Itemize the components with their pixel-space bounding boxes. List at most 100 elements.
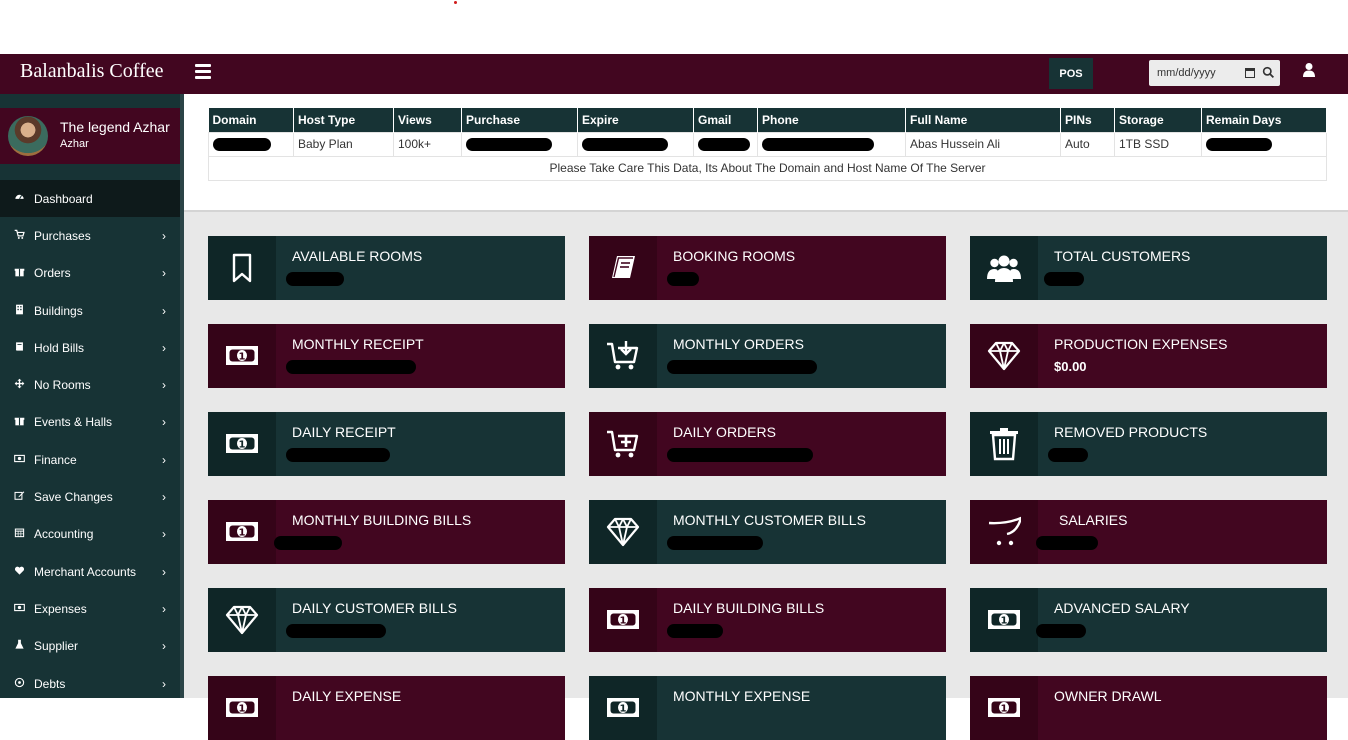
stat-box-advanced-salary[interactable]: 1 ADVANCED SALARY — [970, 588, 1327, 652]
sidebar-item-dashboard[interactable]: Dashboard — [0, 180, 180, 218]
sidebar-item-label: No Rooms — [34, 378, 91, 393]
heart-icon — [0, 565, 34, 579]
trash-icon — [990, 428, 1018, 461]
sidebar-menu: Dashboard Purchases › Orders › Buildings › Hold… — [0, 180, 180, 702]
user-profile-panel[interactable]: The legend Azhar Azhar — [0, 108, 180, 164]
sidebar-item-label: Expenses — [34, 601, 87, 616]
sidebar: The legend Azhar Azhar Dashboard Purchase… — [0, 94, 184, 698]
stat-box-owner-drawl[interactable]: 1 OWNER DRAWL — [970, 676, 1327, 740]
sidebar-item-merchant-accounts[interactable]: Merchant Accounts › — [0, 553, 180, 590]
sidebar-item-accounting[interactable]: Accounting › — [0, 516, 180, 553]
sidebar-item-save-changes[interactable]: Save Changes › — [0, 478, 180, 515]
book-icon — [612, 256, 635, 278]
cart-download-icon — [607, 341, 639, 370]
stat-title: MONTHLY RECEIPT — [292, 336, 424, 352]
chevron-right-icon: › — [162, 378, 166, 393]
stat-title: MONTHLY BUILDING BILLS — [292, 512, 472, 528]
stat-icon-panel — [208, 236, 276, 300]
chevron-right-icon: › — [162, 676, 166, 691]
sidebar-item-label: Accounting — [34, 527, 94, 542]
sidebar-item-purchases[interactable]: Purchases › — [0, 217, 180, 254]
menu-toggle-icon[interactable] — [195, 64, 211, 80]
sidebar-item-expenses[interactable]: Expenses › — [0, 590, 180, 627]
pos-button[interactable]: POS — [1049, 58, 1093, 89]
stat-icon-panel: 1 — [208, 412, 276, 476]
calendar-icon — [0, 527, 34, 541]
sidebar-item-finance[interactable]: Finance › — [0, 441, 180, 478]
stat-title: MONTHLY CUSTOMER BILLS — [673, 512, 866, 528]
stat-box-production-expenses[interactable]: PRODUCTION EXPENSES $0.00 — [970, 324, 1327, 388]
gift-icon — [0, 415, 34, 429]
redacted-mark — [1048, 448, 1088, 462]
stat-box-daily-orders[interactable]: DAILY ORDERS — [589, 412, 946, 476]
stat-title: AVAILABLE ROOMS — [292, 248, 423, 264]
col-phone: Phone — [757, 108, 906, 132]
top-blank-area — [0, 0, 1348, 54]
dashboard-stats-area: AVAILABLE ROOMS BOOKING ROOMS TOTAL CUSTOM… — [184, 212, 1348, 740]
stat-box-monthly-expense[interactable]: 1 MONTHLY EXPENSE — [589, 676, 946, 740]
col-full-name: Full Name — [905, 108, 1061, 132]
sidebar-item-hold-bills[interactable]: Hold Bills › — [0, 329, 180, 366]
gift-icon — [0, 266, 34, 280]
col-gmail: Gmail — [693, 108, 758, 132]
col-remain-days: Remain Days — [1201, 108, 1327, 132]
stat-box-available-rooms[interactable]: AVAILABLE ROOMS — [208, 236, 565, 300]
sidebar-item-label: Dashboard — [34, 191, 93, 206]
sidebar-item-orders[interactable]: Orders › — [0, 255, 180, 292]
stat-title: MONTHLY EXPENSE — [673, 688, 811, 704]
search-icon[interactable] — [1262, 66, 1275, 79]
sidebar-item-label: Buildings — [34, 303, 83, 318]
money-icon: 1 — [988, 698, 1020, 717]
stat-title: SALARIES — [1059, 512, 1128, 528]
stat-box-daily-receipt[interactable]: 1 DAILY RECEIPT — [208, 412, 565, 476]
date-placeholder: mm/dd/yyyy — [1157, 67, 1216, 79]
stat-box-salaries[interactable]: SALARIES — [970, 500, 1327, 564]
red-dot — [454, 1, 457, 4]
sidebar-item-no-rooms[interactable]: No Rooms › — [0, 366, 180, 403]
stat-title: MONTHLY ORDERS — [673, 336, 804, 352]
stat-icon-panel: 1 — [970, 676, 1038, 740]
stat-icon-panel — [589, 412, 657, 476]
stat-box-booking-rooms[interactable]: BOOKING ROOMS — [589, 236, 946, 300]
calendar-icon[interactable] — [1245, 68, 1255, 78]
stat-box-monthly-receipt[interactable]: 1 MONTHLY RECEIPT — [208, 324, 565, 388]
stat-box-removed-products[interactable]: REMOVED PRODUCTS — [970, 412, 1327, 476]
sidebar-item-label: Orders — [34, 266, 71, 281]
stat-title: TOTAL CUSTOMERS — [1054, 248, 1191, 264]
chevron-right-icon: › — [162, 490, 166, 505]
chevron-right-icon: › — [162, 266, 166, 281]
svg-text:1: 1 — [620, 704, 627, 715]
user-icon[interactable] — [1302, 62, 1316, 78]
sidebar-item-debts[interactable]: Debts › — [0, 665, 180, 702]
svg-text:1: 1 — [1001, 704, 1008, 715]
sidebar-item-label: Purchases — [34, 228, 91, 243]
stat-box-daily-expense[interactable]: 1 DAILY EXPENSE — [208, 676, 565, 740]
stat-title: DAILY BUILDING BILLS — [673, 600, 825, 616]
money-icon: 1 — [988, 610, 1020, 629]
sidebar-item-label: Events & Halls — [34, 415, 113, 430]
redacted-mark — [667, 624, 723, 638]
stat-box-monthly-building-bills[interactable]: 1 MONTHLY BUILDING BILLS — [208, 500, 565, 564]
brand-title[interactable]: Balanbalis Coffee — [20, 60, 163, 83]
redacted-mark — [667, 272, 699, 286]
svg-text:1: 1 — [1001, 616, 1008, 627]
cell-expire — [577, 131, 694, 157]
sidebar-item-events-halls[interactable]: Events & Halls › — [0, 404, 180, 441]
stat-box-total-customers[interactable]: TOTAL CUSTOMERS — [970, 236, 1327, 300]
col-pins: PINs — [1060, 108, 1115, 132]
date-input[interactable]: mm/dd/yyyy — [1149, 60, 1280, 86]
redacted-mark — [286, 624, 386, 638]
stat-icon-panel: 1 — [589, 588, 657, 652]
cell-pins: Auto — [1060, 131, 1115, 157]
book-icon — [0, 341, 34, 355]
stat-icon-panel — [970, 236, 1038, 300]
stat-box-daily-building-bills[interactable]: 1 DAILY BUILDING BILLS — [589, 588, 946, 652]
stat-box-monthly-orders[interactable]: MONTHLY ORDERS — [589, 324, 946, 388]
col-domain: Domain — [208, 108, 294, 132]
cell-host-type: Baby Plan — [293, 131, 394, 157]
stat-box-daily-customer-bills[interactable]: DAILY CUSTOMER BILLS — [208, 588, 565, 652]
sidebar-item-supplier[interactable]: Supplier › — [0, 628, 180, 665]
stat-box-monthly-customer-bills[interactable]: MONTHLY CUSTOMER BILLS — [589, 500, 946, 564]
cell-gmail — [693, 131, 758, 157]
sidebar-item-buildings[interactable]: Buildings › — [0, 292, 180, 329]
